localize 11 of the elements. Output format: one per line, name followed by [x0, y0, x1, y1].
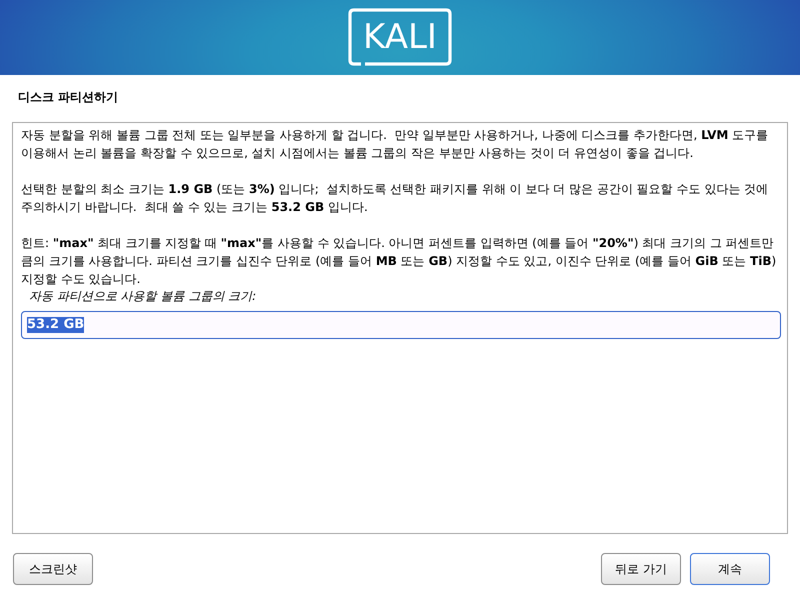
description-paragraph: 자동 분할을 위해 볼륨 그룹 전체 또는 일부분을 사용하게 할 겁니다. 만약 일부분만 사용하거나, 나중에 디스크를 추가한다면, LVM 도구를 이용해서 논리 볼륨을 확장할 수 있으므로, 설치 시점에서는 볼륨 그룹의 작은 부분만 사용하는 것이 더 유연성이 좋을 겁니다.	[21, 127, 770, 162]
description-paragraph: 선택한 분할의 최소 크기는 1.9 GB (또는 3%) 입니다; 설치하도록 선택한 패키지를 위해 이 보다 더 많은 공간이 필요할 수도 있다는 것에 주의하시기 바랍니다. 최대 쓸 수 있는 크기는 53.2 GB 입니다.	[21, 181, 770, 216]
page-title: 디스크 파티션하기	[17, 89, 120, 106]
logo-frame-icon	[348, 8, 452, 66]
description-paragraph: 힌트: "max" 최대 크기를 지정할 때 "max"를 사용할 수 있습니다. 아니면 퍼센트를 입력하면 (예를 들어 "20%") 최대 크기의 그 퍼센트만큼의 크기를 사용합니다. 파티션 크기를 십진수 단위로 (예를 들어 MB 또는 GB) 지정할 수도 있고, 이진수 단위로 (예를 들어 GiB 또는 TiB) 지정할 수도 있습니다.	[21, 235, 778, 288]
dialog-button[interactable]: 뒤로 가기	[601, 553, 681, 585]
size-input-field[interactable]: 53.2 GB	[21, 311, 781, 339]
dialog-button[interactable]: 스크린샷	[13, 553, 93, 585]
dialog-button[interactable]: 계속	[690, 553, 770, 585]
field-label: 자동 파티션으로 사용할 볼륨 그룹의 크기:	[28, 288, 258, 304]
logo-text: KALI	[363, 16, 437, 56]
